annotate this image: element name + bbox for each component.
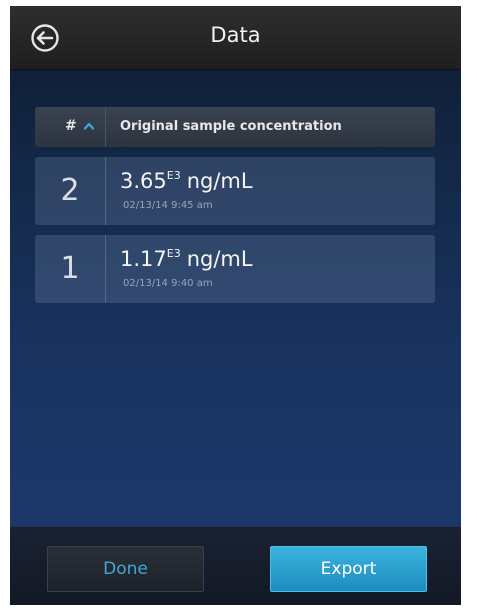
table-row[interactable]: 1 1.17E3 ng/mL 02/13/14 9:40 am [35, 235, 435, 303]
concentration-exponent: E3 [166, 247, 181, 260]
row-number: 1 [35, 235, 106, 303]
concentration-value: 1.17 [120, 247, 167, 271]
table-header: # Original sample concentration [35, 107, 435, 147]
row-timestamp: 02/13/14 9:45 am [123, 200, 213, 211]
row-timestamp: 02/13/14 9:40 am [123, 278, 213, 289]
table-row[interactable]: 2 3.65E3 ng/mL 02/13/14 9:45 am [35, 157, 435, 225]
column-header-number-label: # [65, 118, 77, 134]
concentration-unit: ng/mL [186, 247, 253, 271]
app-screen: Data # Original sample concentration 2 3… [10, 6, 461, 605]
concentration-unit: ng/mL [186, 169, 253, 193]
column-header-number[interactable]: # [35, 107, 106, 147]
header-bar: Data [10, 6, 461, 70]
column-header-concentration: Original sample concentration [120, 119, 342, 134]
footer-bar: Done Export [10, 526, 461, 605]
row-concentration: 1.17E3 ng/mL [120, 247, 253, 271]
concentration-exponent: E3 [166, 169, 181, 182]
page-title: Data [210, 23, 261, 47]
row-concentration: 3.65E3 ng/mL [120, 169, 253, 193]
concentration-value: 3.65 [120, 169, 167, 193]
export-button[interactable]: Export [270, 546, 427, 592]
chevron-up-icon [83, 122, 95, 130]
row-number: 2 [35, 157, 106, 225]
done-button[interactable]: Done [47, 546, 204, 592]
